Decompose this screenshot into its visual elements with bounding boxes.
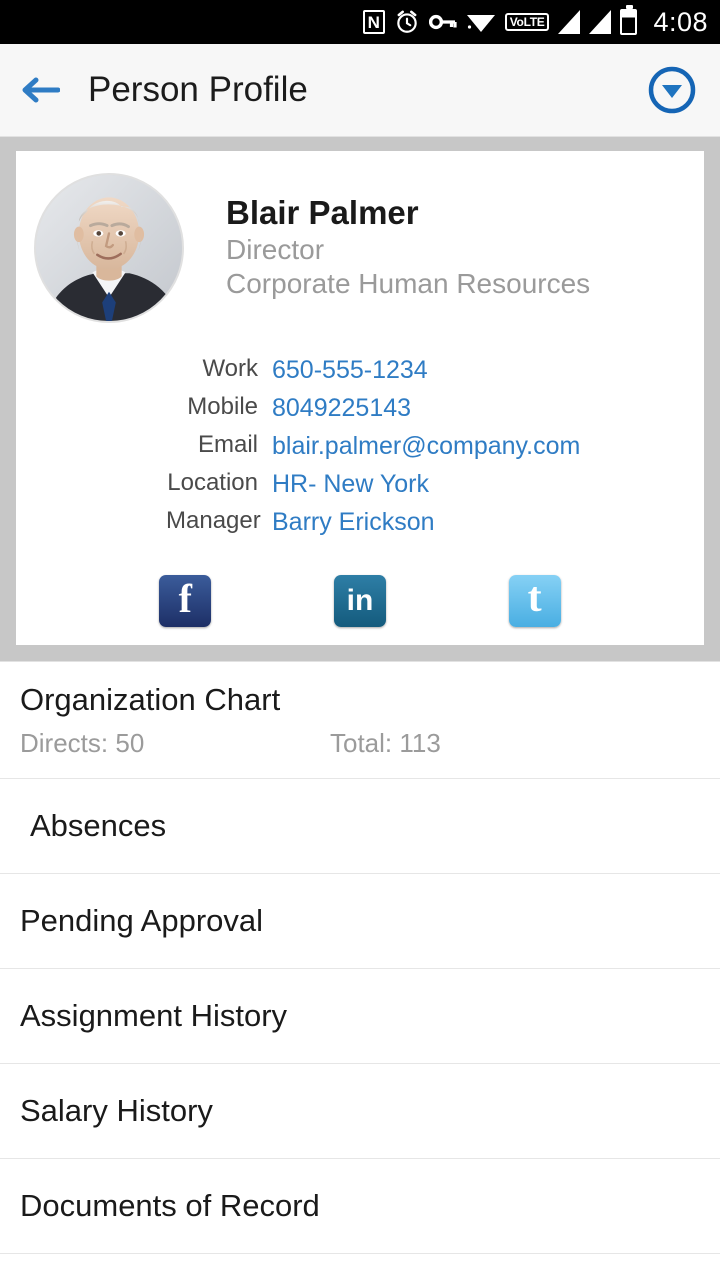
contact-value-manager[interactable]: Barry Erickson: [272, 503, 704, 541]
person-name: Blair Palmer: [226, 194, 419, 231]
avatar: [34, 173, 184, 323]
person-role: Director: [226, 234, 325, 266]
linkedin-icon[interactable]: in: [333, 575, 386, 627]
status-bar-clock: 4:08: [653, 6, 708, 37]
profile-card: Blair Palmer Director Corporate Human Re…: [16, 151, 704, 645]
list-item-label: Documents of Record: [20, 1187, 320, 1223]
facebook-icon[interactable]: f: [159, 575, 212, 627]
list-item-documents-of-record[interactable]: Documents of Record: [0, 1159, 720, 1254]
directs-count: Directs: 50: [20, 728, 145, 759]
profile-header: Blair Palmer Director Corporate Human Re…: [16, 173, 704, 323]
vpn-key-icon: [428, 11, 457, 33]
list-item-current-benefits[interactable]: Current Benefits: [0, 1254, 720, 1280]
volte-icon: VoLTE: [504, 12, 550, 32]
nfc-icon: N: [362, 10, 385, 34]
app-bar: Person Profile: [0, 44, 720, 137]
list-item-pending-approval[interactable]: Pending Approval: [0, 874, 720, 969]
volte-label: LTE: [523, 14, 545, 29]
contact-label-manager: Manager: [166, 507, 261, 534]
contact-label-mobile: Mobile: [187, 393, 258, 420]
contact-details: Work 650-555-1234 Mobile 8049225143 Emai…: [16, 351, 704, 541]
signal-icon-1: [558, 10, 581, 34]
list-item-label: Assignment History: [20, 997, 288, 1033]
contact-label-location: Location: [167, 469, 258, 496]
profile-identity: Blair Palmer Director Corporate Human Re…: [226, 173, 590, 323]
page-title: Person Profile: [88, 70, 308, 109]
contact-value-location[interactable]: HR- New York: [272, 465, 704, 503]
contact-value-work[interactable]: 650-555-1234: [272, 351, 704, 389]
list-item-salary-history[interactable]: Salary History: [0, 1064, 720, 1159]
section-list: Organization Chart Directs: 50 Total: 11…: [0, 662, 720, 1280]
alarm-icon: [394, 9, 420, 35]
signal-icon-2: [589, 10, 612, 34]
contact-value-mobile[interactable]: 8049225143: [272, 389, 704, 427]
contact-label-email: Email: [197, 431, 258, 458]
organization-chart-title: Organization Chart: [20, 681, 281, 717]
social-links: f in t: [16, 541, 704, 627]
person-department: Corporate Human Resources: [226, 268, 591, 300]
list-item-label: Pending Approval: [20, 902, 264, 938]
back-arrow-icon[interactable]: [20, 74, 60, 106]
chevron-down-circle-icon[interactable]: [646, 64, 698, 116]
volte-prefix: Vo: [509, 14, 524, 29]
list-item-assignment-history[interactable]: Assignment History: [0, 969, 720, 1064]
contact-label-work: Work: [202, 355, 258, 382]
list-item-label: Absences: [30, 807, 167, 843]
nfc-glyph: N: [362, 10, 385, 34]
list-item-label: Salary History: [20, 1092, 213, 1128]
wifi-icon: [466, 10, 496, 34]
battery-icon: [620, 5, 638, 35]
twitter-icon[interactable]: t: [508, 575, 561, 627]
list-item-organization-chart[interactable]: Organization Chart Directs: 50 Total: 11…: [0, 662, 720, 779]
status-bar: N VoLTE 4:08: [0, 0, 720, 44]
organization-chart-counts: Directs: 50 Total: 113: [20, 728, 700, 759]
contact-value-email[interactable]: blair.palmer@company.com: [272, 427, 704, 465]
profile-card-surround: Blair Palmer Director Corporate Human Re…: [0, 137, 720, 662]
total-count: Total: 113: [330, 728, 441, 759]
list-item-absences[interactable]: Absences: [0, 779, 720, 874]
